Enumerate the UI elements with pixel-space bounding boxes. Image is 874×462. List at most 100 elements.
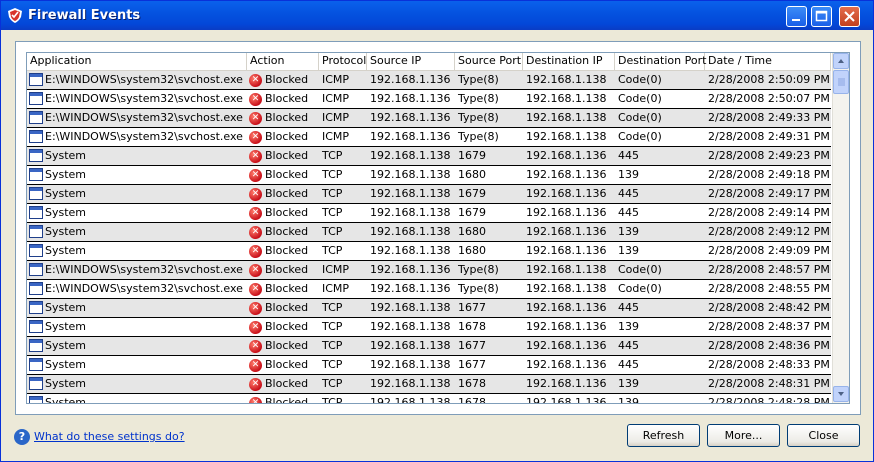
refresh-button[interactable]: Refresh: [627, 424, 700, 447]
maximize-button[interactable]: [811, 6, 832, 27]
help-link[interactable]: What do these settings do?: [34, 430, 185, 443]
application-cell: System: [27, 242, 247, 260]
table-row[interactable]: System ✕ Blocked TCP 192.168.1.138 1680 192.16…: [27, 166, 831, 185]
application-cell: System: [27, 166, 247, 184]
minimize-button[interactable]: [786, 6, 807, 27]
destination-port-cell-text: 139: [618, 225, 639, 238]
table-row[interactable]: System ✕ Blocked TCP 192.168.1.138 1678 192.16…: [27, 394, 831, 404]
table-row[interactable]: System ✕ Blocked TCP 192.168.1.138 1679 192.16…: [27, 204, 831, 223]
scroll-up-button[interactable]: [833, 53, 849, 69]
blocked-x-icon: ✕: [249, 340, 262, 353]
table-row[interactable]: System ✕ Blocked TCP 192.168.1.138 1678 192.16…: [27, 318, 831, 337]
table-row[interactable]: E:\WINDOWS\system32\svchost.exe ✕ Blocked I…: [27, 128, 831, 147]
destination-port-cell-text: 445: [618, 206, 639, 219]
protocol-cell-text: ICMP: [322, 92, 350, 105]
date-time-cell-text: 2/28/2008 2:48:42 PM: [708, 301, 830, 314]
blocked-x-icon: ✕: [249, 112, 262, 125]
destination-ip-cell: 192.168.1.136: [523, 375, 615, 393]
source-port-cell: Type(8): [455, 71, 523, 89]
application-cell-text: System: [45, 301, 87, 314]
window-app-icon: [29, 206, 43, 219]
column-header-action[interactable]: Action: [247, 53, 319, 70]
destination-ip-cell: 192.168.1.136: [523, 242, 615, 260]
title-bar[interactable]: Firewall Events: [1, 1, 873, 30]
table-row[interactable]: E:\WINDOWS\system32\svchost.exe ✕ Blocked I…: [27, 261, 831, 280]
column-header-destination-ip[interactable]: Destination IP: [523, 53, 615, 70]
protocol-cell: TCP: [319, 185, 367, 203]
source-ip-cell-text: 192.168.1.136: [370, 282, 451, 295]
destination-ip-cell: 192.168.1.136: [523, 337, 615, 355]
source-ip-cell-text: 192.168.1.138: [370, 396, 451, 404]
protocol-cell-text: TCP: [322, 320, 343, 333]
table-row[interactable]: System ✕ Blocked TCP 192.168.1.138 1679 192.16…: [27, 185, 831, 204]
date-time-cell-text: 2/28/2008 2:49:09 PM: [708, 244, 830, 257]
destination-ip-cell-text: 192.168.1.136: [526, 206, 607, 219]
column-header-destination-port[interactable]: Destination Port: [615, 53, 706, 70]
application-cell-text: System: [45, 168, 87, 181]
scroll-down-button[interactable]: [833, 386, 849, 402]
blocked-x-icon: ✕: [249, 93, 262, 106]
column-header-source-port[interactable]: Source Port: [455, 53, 523, 70]
action-cell-text: Blocked: [265, 168, 309, 181]
table-row[interactable]: E:\WINDOWS\system32\svchost.exe ✕ Blocked I…: [27, 90, 831, 109]
date-time-cell: 2/28/2008 2:49:33 PM: [705, 109, 831, 127]
application-cell-text: System: [45, 244, 87, 257]
date-time-cell-text: 2/28/2008 2:49:17 PM: [708, 187, 830, 200]
protocol-cell: ICMP: [319, 109, 367, 127]
table-row[interactable]: E:\WINDOWS\system32\svchost.exe ✕ Blocked I…: [27, 280, 831, 299]
column-header-date-time[interactable]: Date / Time: [705, 53, 831, 70]
destination-port-cell: Code(0): [615, 90, 705, 108]
action-cell: ✕ Blocked: [247, 147, 319, 165]
destination-ip-cell-text: 192.168.1.138: [526, 130, 607, 143]
scrollbar-thumb[interactable]: [833, 70, 849, 94]
window-app-icon: [29, 301, 43, 314]
source-ip-cell: 192.168.1.136: [367, 261, 455, 279]
table-row[interactable]: System ✕ Blocked TCP 192.168.1.138 1680 192.16…: [27, 223, 831, 242]
action-cell: ✕ Blocked: [247, 223, 319, 241]
table-row[interactable]: System ✕ Blocked TCP 192.168.1.138 1678 192.16…: [27, 375, 831, 394]
column-header-protocol[interactable]: Protocol: [319, 53, 367, 70]
table-row[interactable]: System ✕ Blocked TCP 192.168.1.138 1680 192.16…: [27, 242, 831, 261]
close-button[interactable]: Close: [787, 424, 860, 447]
destination-port-cell: 445: [615, 356, 705, 374]
destination-ip-cell-text: 192.168.1.136: [526, 244, 607, 257]
source-ip-cell: 192.168.1.138: [367, 299, 455, 317]
table-row[interactable]: E:\WINDOWS\system32\svchost.exe ✕ Blocked I…: [27, 71, 831, 90]
help-question-icon[interactable]: ?: [14, 429, 30, 445]
vertical-scrollbar[interactable]: [832, 53, 849, 403]
destination-ip-cell: 192.168.1.138: [523, 128, 615, 146]
events-table[interactable]: Application Action Protocol Source IP So…: [26, 52, 850, 404]
table-row[interactable]: System ✕ Blocked TCP 192.168.1.138 1677 192.16…: [27, 356, 831, 375]
destination-ip-cell: 192.168.1.138: [523, 280, 615, 298]
table-row[interactable]: System ✕ Blocked TCP 192.168.1.138 1677 192.16…: [27, 299, 831, 318]
date-time-cell: 2/28/2008 2:48:55 PM: [705, 280, 831, 298]
destination-port-cell-text: 445: [618, 339, 639, 352]
application-cell: E:\WINDOWS\system32\svchost.exe: [27, 71, 247, 89]
source-ip-cell-text: 192.168.1.138: [370, 301, 451, 314]
column-header-application[interactable]: Application: [27, 53, 247, 70]
maximize-icon: [815, 10, 828, 22]
protocol-cell-text: ICMP: [322, 111, 350, 124]
source-port-cell: 1677: [455, 299, 523, 317]
protocol-cell: TCP: [319, 356, 367, 374]
destination-ip-cell-text: 192.168.1.136: [526, 377, 607, 390]
protocol-cell-text: ICMP: [322, 130, 350, 143]
application-cell: E:\WINDOWS\system32\svchost.exe: [27, 109, 247, 127]
more-button[interactable]: More...: [707, 424, 780, 447]
blocked-x-icon: ✕: [249, 378, 262, 391]
table-row[interactable]: System ✕ Blocked TCP 192.168.1.138 1679 192.16…: [27, 147, 831, 166]
close-window-button[interactable]: [839, 6, 860, 27]
destination-port-cell-text: 139: [618, 244, 639, 257]
source-ip-cell: 192.168.1.136: [367, 109, 455, 127]
column-header-source-ip[interactable]: Source IP: [367, 53, 455, 70]
destination-port-cell-text: 445: [618, 301, 639, 314]
source-ip-cell: 192.168.1.136: [367, 128, 455, 146]
table-row[interactable]: E:\WINDOWS\system32\svchost.exe ✕ Blocked I…: [27, 109, 831, 128]
application-cell-text: System: [45, 320, 87, 333]
protocol-cell: TCP: [319, 166, 367, 184]
table-row[interactable]: System ✕ Blocked TCP 192.168.1.138 1677 192.16…: [27, 337, 831, 356]
date-time-cell-text: 2/28/2008 2:50:07 PM: [708, 92, 830, 105]
action-cell-text: Blocked: [265, 149, 309, 162]
destination-port-cell-text: 139: [618, 320, 639, 333]
action-cell: ✕ Blocked: [247, 109, 319, 127]
